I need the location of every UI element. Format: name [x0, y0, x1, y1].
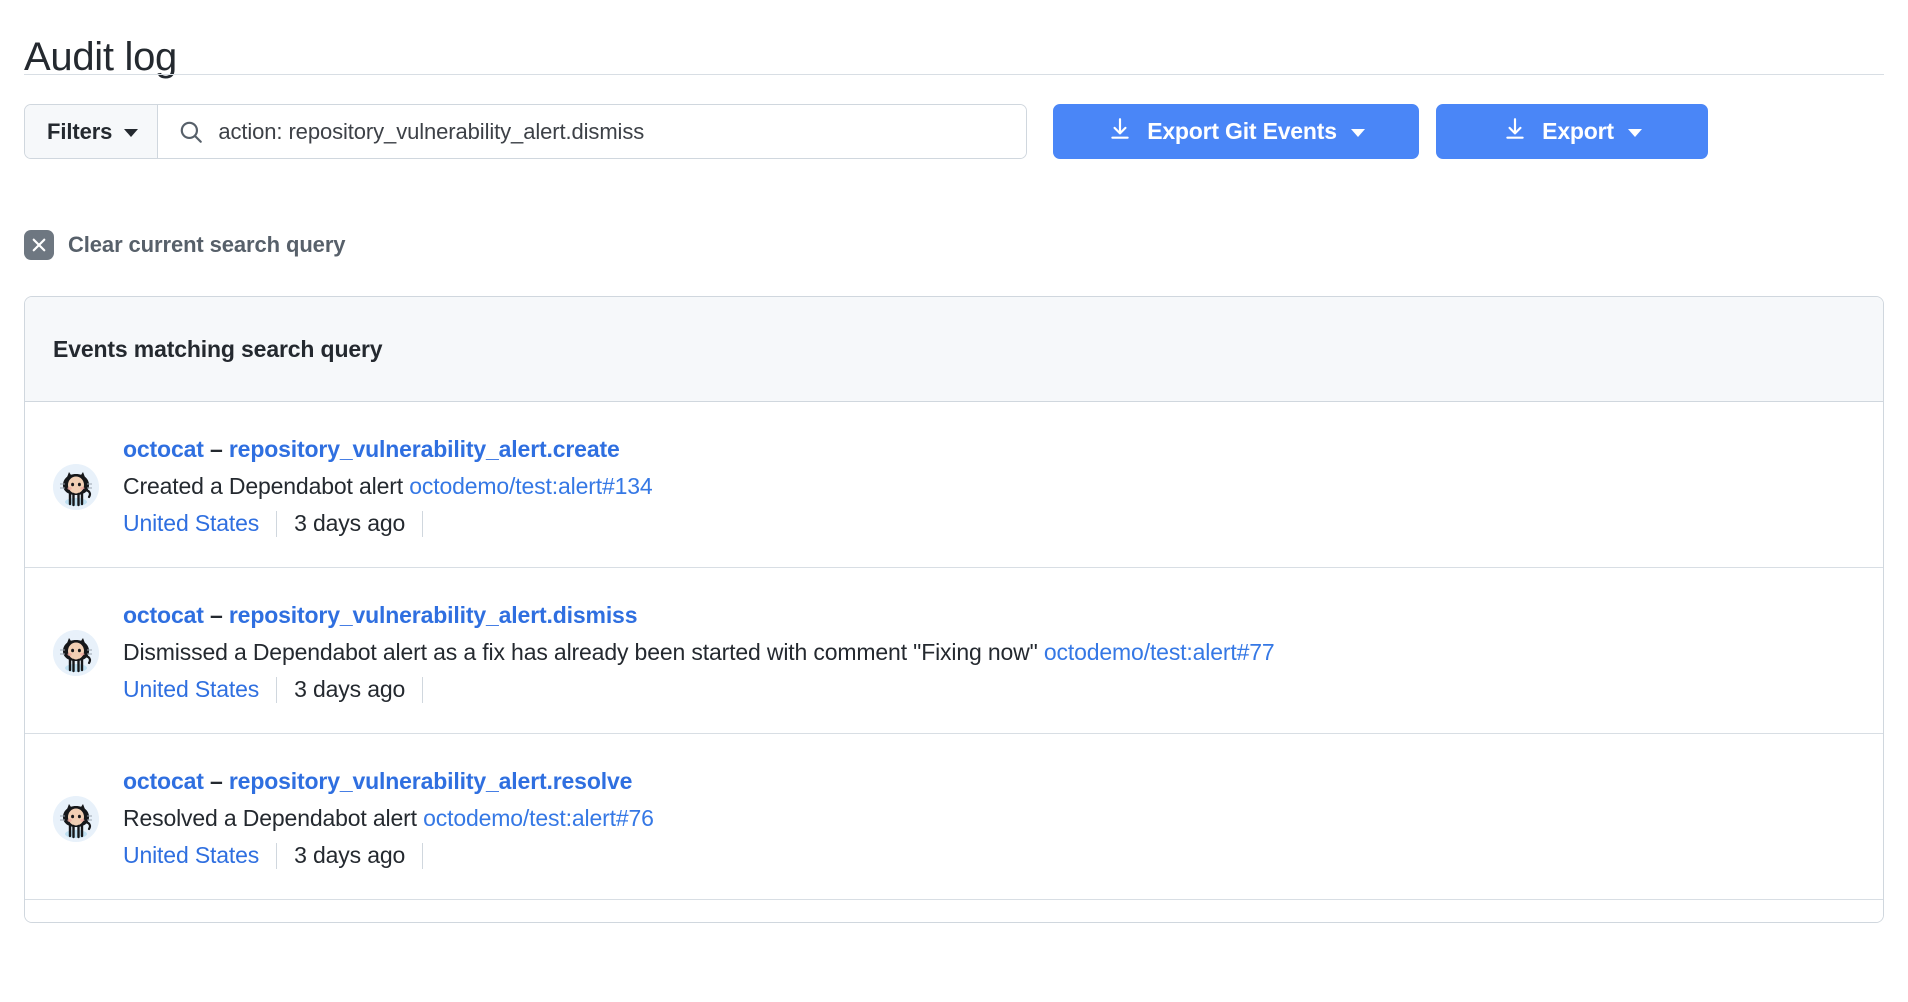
- event-body: octocat – repository_vulnerability_alert…: [123, 598, 1855, 707]
- export-git-events-button[interactable]: Export Git Events: [1053, 104, 1419, 159]
- event-actor-link[interactable]: octocat: [123, 602, 204, 628]
- table-row: octocat – repository_vulnerability_alert…: [25, 402, 1883, 568]
- search-group: Filters: [24, 104, 1027, 159]
- download-icon: [1107, 116, 1133, 147]
- event-timestamp: 3 days ago: [294, 672, 405, 707]
- avatar: [53, 630, 99, 676]
- results-card-header: Events matching search query: [25, 297, 1883, 402]
- event-actor-link[interactable]: octocat: [123, 436, 204, 462]
- event-dash: –: [204, 768, 229, 794]
- event-description-text: Resolved a Dependabot alert: [123, 805, 417, 831]
- search-icon: [178, 119, 204, 145]
- event-actor-link[interactable]: octocat: [123, 768, 204, 794]
- clear-search-query-button[interactable]: Clear current search query: [24, 230, 345, 260]
- event-description: Created a Dependabot alert octodemo/test…: [123, 469, 1855, 504]
- meta-separator: [422, 677, 423, 703]
- event-headline: octocat – repository_vulnerability_alert…: [123, 598, 1855, 633]
- chevron-down-icon: [1628, 129, 1642, 137]
- events-list: octocat – repository_vulnerability_alert…: [25, 402, 1883, 900]
- chevron-down-icon: [124, 129, 138, 137]
- table-row: octocat – repository_vulnerability_alert…: [25, 568, 1883, 734]
- event-headline: octocat – repository_vulnerability_alert…: [123, 764, 1855, 799]
- export-label: Export: [1542, 118, 1614, 145]
- close-icon: [24, 230, 54, 260]
- search-area[interactable]: [158, 105, 1026, 158]
- meta-separator: [422, 843, 423, 869]
- avatar: [53, 464, 99, 510]
- results-card-title: Events matching search query: [53, 336, 382, 363]
- event-action-link[interactable]: repository_vulnerability_alert.resolve: [229, 768, 632, 794]
- event-location-link[interactable]: United States: [123, 506, 259, 541]
- event-description-text: Dismissed a Dependabot alert as a fix ha…: [123, 639, 1038, 665]
- next-event-row-partial: [25, 900, 1883, 922]
- filters-button[interactable]: Filters: [25, 105, 158, 158]
- export-git-events-label: Export Git Events: [1147, 118, 1337, 145]
- download-icon: [1502, 116, 1528, 147]
- event-body: octocat – repository_vulnerability_alert…: [123, 432, 1855, 541]
- results-card: Events matching search query: [24, 296, 1884, 923]
- meta-separator: [276, 511, 277, 537]
- event-action-link[interactable]: repository_vulnerability_alert.create: [229, 436, 620, 462]
- export-button[interactable]: Export: [1436, 104, 1708, 159]
- event-dash: –: [204, 602, 229, 628]
- event-description-text: Created a Dependabot alert: [123, 473, 403, 499]
- event-meta: United States 3 days ago: [123, 838, 1855, 873]
- event-meta: United States 3 days ago: [123, 672, 1855, 707]
- chevron-down-icon: [1351, 129, 1365, 137]
- meta-separator: [276, 677, 277, 703]
- clear-search-query-label: Clear current search query: [68, 232, 345, 258]
- event-timestamp: 3 days ago: [294, 838, 405, 873]
- search-input[interactable]: [218, 105, 1010, 158]
- title-divider: [24, 74, 1884, 75]
- event-target-link[interactable]: octodemo/test:alert#76: [423, 805, 654, 831]
- filters-button-label: Filters: [47, 119, 112, 145]
- event-location-link[interactable]: United States: [123, 838, 259, 873]
- event-dash: –: [204, 436, 229, 462]
- event-target-link[interactable]: octodemo/test:alert#77: [1044, 639, 1275, 665]
- meta-separator: [422, 511, 423, 537]
- table-row: octocat – repository_vulnerability_alert…: [25, 734, 1883, 900]
- toolbar: Filters Expor: [24, 104, 1884, 159]
- event-action-link[interactable]: repository_vulnerability_alert.dismiss: [229, 602, 637, 628]
- audit-log-page: Audit log Filters: [0, 0, 1908, 1002]
- event-description: Dismissed a Dependabot alert as a fix ha…: [123, 635, 1855, 670]
- event-body: octocat – repository_vulnerability_alert…: [123, 764, 1855, 873]
- event-headline: octocat – repository_vulnerability_alert…: [123, 432, 1855, 467]
- event-target-link[interactable]: octodemo/test:alert#134: [409, 473, 652, 499]
- event-timestamp: 3 days ago: [294, 506, 405, 541]
- avatar: [53, 796, 99, 842]
- meta-separator: [276, 843, 277, 869]
- event-description: Resolved a Dependabot alert octodemo/tes…: [123, 801, 1855, 836]
- event-meta: United States 3 days ago: [123, 506, 1855, 541]
- event-location-link[interactable]: United States: [123, 672, 259, 707]
